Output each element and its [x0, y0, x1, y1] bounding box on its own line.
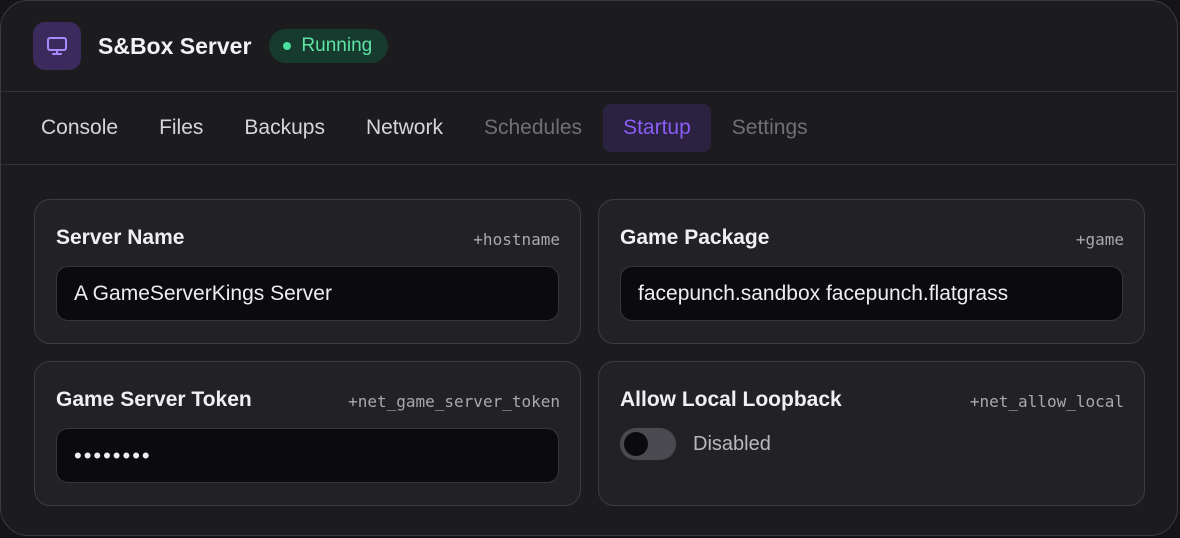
loopback-toggle[interactable]: [620, 428, 676, 460]
tab-backups[interactable]: Backups: [224, 104, 345, 152]
game-package-card: Game Package +game: [598, 199, 1145, 344]
game-server-token-card: Game Server Token +net_game_server_token: [34, 361, 581, 506]
tab-startup[interactable]: Startup: [603, 104, 711, 152]
tab-settings[interactable]: Settings: [712, 104, 828, 152]
tab-files[interactable]: Files: [139, 104, 223, 152]
game-server-token-variable: +net_game_server_token: [348, 392, 560, 411]
allow-local-loopback-variable: +net_allow_local: [969, 392, 1124, 411]
status-badge: Running: [269, 29, 389, 63]
server-name-input[interactable]: [56, 266, 559, 321]
server-name-card: Server Name +hostname: [34, 199, 581, 344]
monitor-icon: [33, 22, 81, 70]
tab-console[interactable]: Console: [21, 104, 138, 152]
tab-network[interactable]: Network: [346, 104, 463, 152]
status-text: Running: [301, 35, 373, 56]
game-package-label: Game Package: [620, 226, 770, 249]
server-name-label: Server Name: [56, 226, 185, 249]
game-server-token-label: Game Server Token: [56, 388, 252, 411]
game-package-input[interactable]: [620, 266, 1123, 321]
game-package-variable: +game: [1075, 230, 1124, 249]
game-server-token-input[interactable]: [56, 428, 559, 483]
status-dot-icon: [283, 42, 292, 50]
server-panel: S&Box Server Running Console Files Backu…: [0, 0, 1178, 536]
page-title: S&Box Server: [98, 32, 252, 59]
allow-local-loopback-label: Allow Local Loopback: [620, 388, 842, 411]
server-name-variable: +hostname: [473, 230, 560, 249]
loopback-toggle-state: Disabled: [693, 432, 771, 455]
loopback-toggle-row: Disabled: [620, 428, 771, 460]
tab-schedules[interactable]: Schedules: [464, 104, 602, 152]
allow-local-loopback-card: Allow Local Loopback +net_allow_local Di…: [598, 361, 1145, 506]
tab-bar: Console Files Backups Network Schedules …: [1, 92, 1177, 165]
panel-header: S&Box Server Running: [1, 1, 1177, 92]
toggle-knob: [624, 432, 648, 456]
